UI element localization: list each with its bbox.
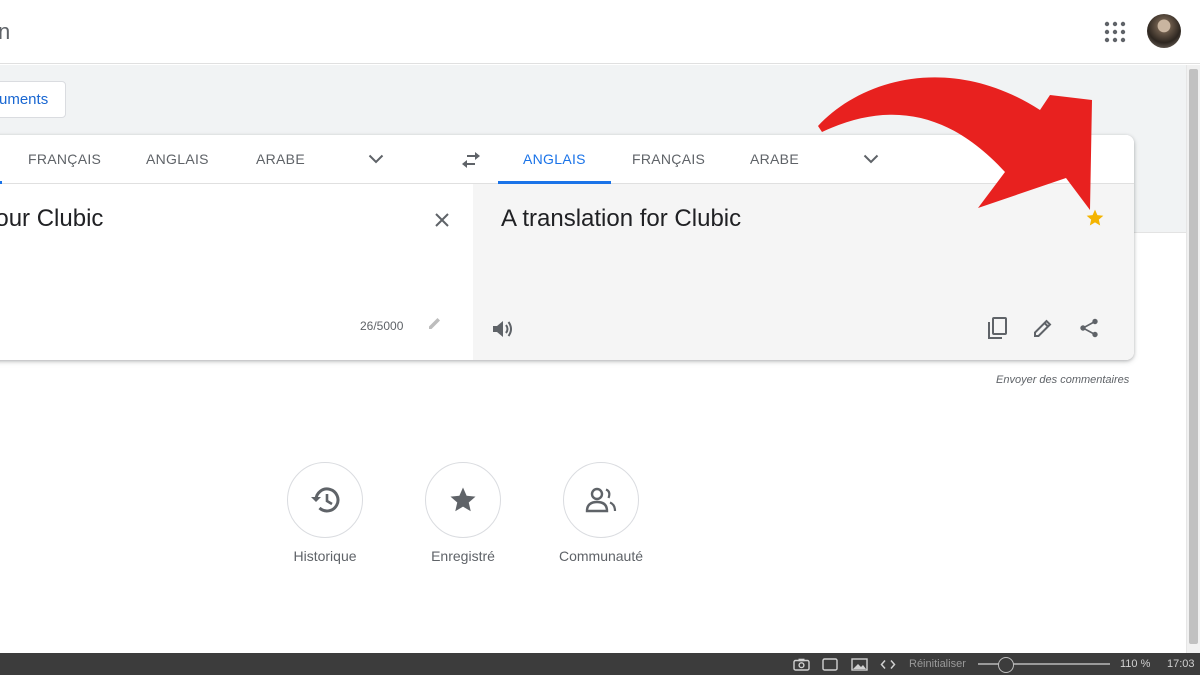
history-icon[interactable] bbox=[287, 462, 363, 538]
send-feedback-link[interactable]: Envoyer des commentaires bbox=[996, 374, 1129, 386]
documents-button[interactable]: uments bbox=[0, 81, 66, 118]
reset-zoom-button[interactable]: Réinitialiser bbox=[909, 653, 966, 675]
saved-shortcut[interactable]: Enregistré bbox=[403, 462, 523, 564]
saved-label: Enregistré bbox=[431, 548, 495, 564]
apps-grid-icon[interactable] bbox=[1104, 21, 1126, 43]
clock-time: 17:03 bbox=[1167, 658, 1195, 670]
edit-translation-pencil-icon[interactable] bbox=[1030, 315, 1056, 341]
history-label: Historique bbox=[293, 548, 357, 564]
source-tab-francais[interactable]: FRANÇAIS bbox=[28, 135, 101, 184]
character-count: 26/5000 bbox=[360, 319, 404, 333]
source-text[interactable]: n pour Clubic bbox=[0, 205, 103, 233]
share-translation-icon[interactable] bbox=[1076, 315, 1102, 341]
app-header: n bbox=[0, 0, 1200, 64]
swap-languages-icon[interactable] bbox=[459, 148, 483, 172]
community-shortcut[interactable]: Communauté bbox=[541, 462, 661, 564]
screenshot-camera-icon[interactable] bbox=[793, 653, 810, 675]
zoom-slider-knob[interactable] bbox=[998, 657, 1014, 673]
avatar[interactable] bbox=[1147, 14, 1181, 48]
copy-translation-icon[interactable] bbox=[984, 315, 1010, 341]
history-shortcut[interactable]: Historique bbox=[265, 462, 385, 564]
target-tab-francais[interactable]: FRANÇAIS bbox=[632, 135, 705, 184]
community-label: Communauté bbox=[558, 548, 644, 564]
app-title: n bbox=[0, 19, 11, 44]
scrollbar-thumb[interactable] bbox=[1189, 69, 1198, 644]
zoom-level: 110 % bbox=[1120, 658, 1151, 670]
source-tab-anglais[interactable]: ANGLAIS bbox=[146, 135, 209, 184]
source-tab-arabe[interactable]: ARABE bbox=[256, 135, 305, 184]
source-text-area[interactable]: n pour Clubic 26/5000 bbox=[0, 184, 473, 360]
star-icon[interactable] bbox=[425, 462, 501, 538]
vertical-scrollbar[interactable] bbox=[1186, 65, 1200, 653]
images-toggle-icon[interactable] bbox=[851, 653, 868, 675]
handwriting-pencil-icon[interactable] bbox=[426, 314, 444, 332]
window-mode-icon[interactable] bbox=[822, 653, 838, 675]
target-tab-anglais[interactable]: ANGLAIS bbox=[498, 135, 611, 184]
annotation-arrow-icon bbox=[818, 77, 1092, 211]
listen-speaker-icon[interactable] bbox=[490, 316, 516, 342]
source-more-languages-chevron-icon[interactable] bbox=[364, 147, 388, 171]
community-icon[interactable] bbox=[563, 462, 639, 538]
browser-status-bar: Réinitialiser 110 % 17:03 bbox=[0, 653, 1200, 675]
translation-text: A translation for Clubic bbox=[501, 205, 742, 232]
dev-tools-code-icon[interactable] bbox=[880, 653, 896, 675]
target-tab-arabe[interactable]: ARABE bbox=[750, 135, 799, 184]
clear-text-close-icon[interactable] bbox=[430, 208, 454, 232]
